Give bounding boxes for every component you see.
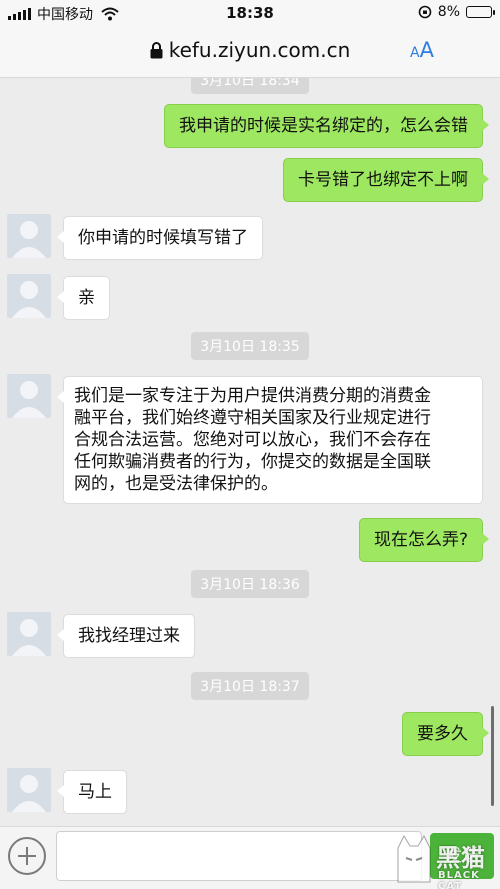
- chat-scrollbar[interactable]: [491, 706, 494, 806]
- avatar-placeholder-icon: [12, 221, 46, 258]
- agent-avatar[interactable]: [7, 214, 51, 258]
- avatar-placeholder-icon: [12, 775, 46, 812]
- agent-avatar[interactable]: [7, 768, 51, 812]
- message-text: 要多久: [417, 724, 468, 744]
- avatar-placeholder-icon: [12, 281, 46, 318]
- message-text: 现在怎么弄?: [373, 530, 468, 550]
- timestamp: 3月10日 18:35: [0, 332, 500, 360]
- timestamp: 3月10日 18:34: [0, 78, 500, 94]
- agent-avatar[interactable]: [7, 374, 51, 418]
- timestamp: 3月10日 18:37: [0, 672, 500, 700]
- message-bubble-outgoing[interactable]: 我申请的时候是实名绑定的，怎么会错: [164, 104, 489, 148]
- message-line: 融平台，我们始终遵守相关国家及行业规定进行: [74, 408, 431, 428]
- send-button[interactable]: 发送: [430, 833, 494, 879]
- message-line: 网的，也是受法律保护的。: [74, 474, 278, 494]
- message-text: 我找经理过来: [78, 626, 180, 646]
- text-size-small: A: [410, 45, 420, 61]
- message-text: 马上: [78, 782, 112, 802]
- avatar-placeholder-icon: [12, 619, 46, 656]
- message-input-bar: 发送: [0, 826, 500, 889]
- chat-area[interactable]: 3月10日 18:34 我申请的时候是实名绑定的，怎么会错 卡号错了也绑定不上啊…: [0, 78, 500, 826]
- avatar-placeholder-icon: [12, 381, 46, 418]
- orientation-lock-icon: [418, 5, 432, 19]
- message-text: 你申请的时候填写错了: [78, 228, 248, 248]
- message-bubble-outgoing[interactable]: 卡号错了也绑定不上啊: [283, 158, 489, 202]
- timestamp-text: 3月10日 18:36: [191, 570, 309, 598]
- message-text: 亲: [78, 288, 95, 308]
- message-input[interactable]: [56, 831, 422, 881]
- message-line: 我们是一家专注于为用户提供消费分期的消费金: [74, 386, 431, 406]
- message-bubble-incoming[interactable]: 亲: [57, 276, 110, 320]
- message-bubble-incoming[interactable]: 我找经理过来: [57, 614, 195, 658]
- message-bubble-incoming[interactable]: 你申请的时候填写错了: [57, 216, 263, 260]
- agent-avatar[interactable]: [7, 274, 51, 318]
- message-bubble-incoming[interactable]: 我们是一家专注于为用户提供消费分期的消费金 融平台，我们始终遵守相关国家及行业规…: [57, 376, 483, 504]
- timestamp-text: 3月10日 18:34: [191, 78, 309, 94]
- message-text: 卡号错了也绑定不上啊: [298, 170, 468, 190]
- message-line: 合规合法运营。您绝对可以放心，我们不会存在: [74, 430, 431, 450]
- timestamp: 3月10日 18:36: [0, 570, 500, 598]
- timestamp-text: 3月10日 18:37: [191, 672, 309, 700]
- battery-icon: [466, 6, 495, 18]
- text-size-large: A: [419, 38, 434, 62]
- message-bubble-incoming[interactable]: 马上: [57, 770, 127, 814]
- status-bar: 中国移动 18:38 8%: [0, 0, 500, 26]
- text-size-button[interactable]: AA: [410, 38, 434, 62]
- timestamp-text: 3月10日 18:35: [191, 332, 309, 360]
- lock-icon: [150, 42, 163, 59]
- message-bubble-outgoing[interactable]: 要多久: [402, 712, 489, 756]
- status-right: 8%: [418, 4, 495, 20]
- message-line: 任何欺骗消费者的行为，你提交的数据是全国联: [74, 452, 431, 472]
- agent-avatar[interactable]: [7, 612, 51, 656]
- message-bubble-outgoing[interactable]: 现在怎么弄?: [358, 518, 490, 562]
- battery-percent: 8%: [437, 4, 460, 20]
- browser-url-bar: kefu.ziyun.com.cn AA: [0, 26, 500, 78]
- url-text: kefu.ziyun.com.cn: [168, 38, 351, 62]
- add-attachment-icon[interactable]: [8, 837, 46, 875]
- message-text: 我申请的时候是实名绑定的，怎么会错: [179, 116, 468, 136]
